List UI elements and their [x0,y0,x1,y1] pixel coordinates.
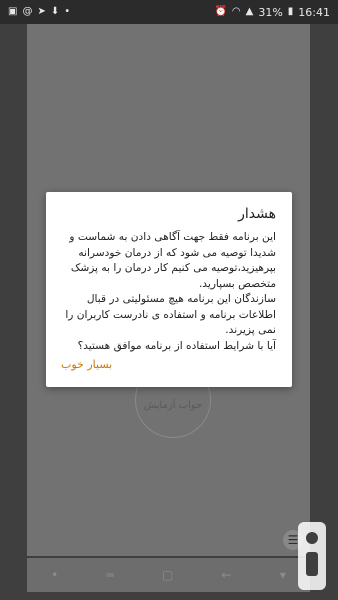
home-icon: ▢ [161,568,174,582]
alarm-icon: ⏰ [214,6,227,17]
dialog-message: این برنامه فقط جهت آگاهی دادن به شماست و… [65,231,276,352]
battery-percent: 31% [258,5,283,19]
back-icon: ← [221,568,232,582]
dialog-title: هشدار [238,206,276,222]
notification-icons: ▣ @ ➤ ⬇ • [8,7,70,17]
telegram-icon: ➤ [37,6,46,17]
circle-label: جواب آزمایش [143,400,203,411]
system-icons: ⏰ ◠ ▲ 31% ▮ 16:41 [214,6,330,19]
store-logo-icon [298,522,326,590]
gallery-icon: ▣ [8,6,18,17]
wifi-icon: ◠ [231,6,241,17]
ok-button[interactable]: بسیار خوب [61,358,112,371]
app-store-logo [290,515,334,597]
signal-icon: ▲ [245,6,254,17]
download-icon: ⬇ [50,6,60,17]
nav-extra-icon: ▾ [279,568,286,582]
navigation-bar: • ═ ▢ ← ▾ [27,558,310,592]
more-dots-icon: • [64,6,71,17]
recent-apps-icon: ═ [106,568,114,582]
nav-dot-icon: • [51,568,59,582]
warning-dialog: هشدار این برنامه فقط جهت آگاهی دادن به ش… [46,192,292,387]
clock: 16:41 [298,5,330,19]
battery-icon: ▮ [287,6,294,17]
status-bar: ▣ @ ➤ ⬇ • ⏰ ◠ ▲ 31% ▮ 16:41 [0,0,338,24]
at-sign-icon: @ [22,6,33,17]
